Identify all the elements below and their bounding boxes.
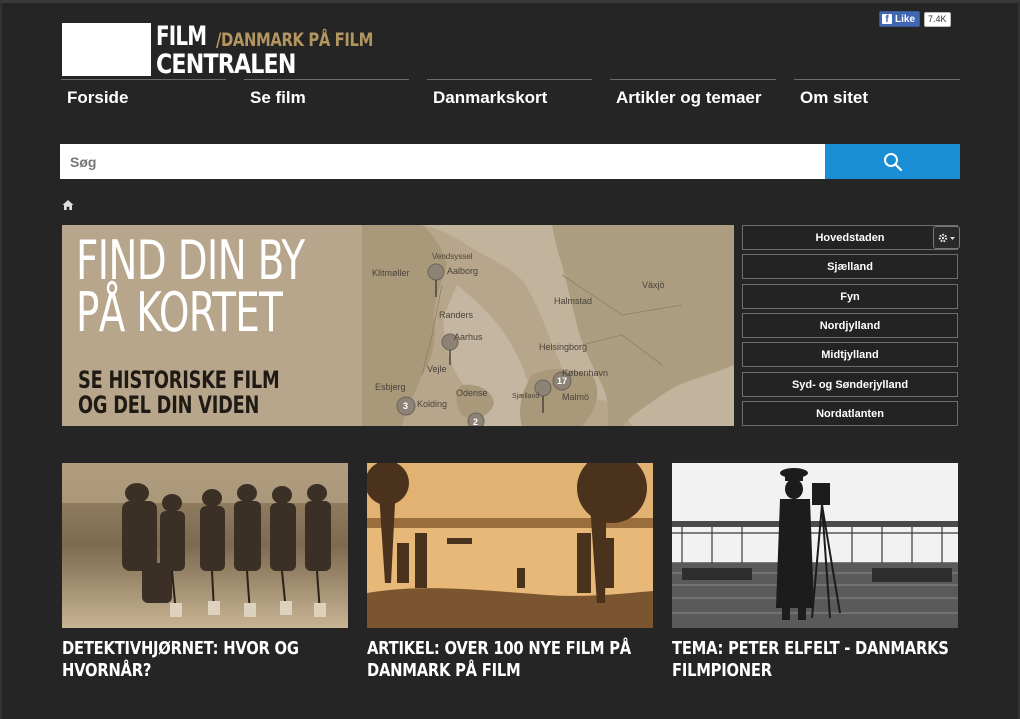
nav-item-label: Se film <box>250 88 306 107</box>
map-label-vejle: Vejle <box>427 364 447 374</box>
banner-headline-line1: FIND DIN BY <box>76 229 305 292</box>
map-cluster-count[interactable]: 3 <box>403 401 408 411</box>
nav-item-forside[interactable]: Forside <box>61 79 226 113</box>
search-input[interactable] <box>60 144 825 179</box>
region-button-fyn[interactable]: Fyn <box>742 284 958 309</box>
map-label-odense: Odense <box>456 388 488 398</box>
nav-item-danmarkskort[interactable]: Danmarkskort <box>427 79 592 113</box>
map-label-helsingborg: Helsingborg <box>539 342 588 352</box>
map-label-aalborg: Aalborg <box>447 266 479 276</box>
region-button-sjaelland[interactable]: Sjælland <box>742 254 958 279</box>
banner-headline-line2: PÅ KORTET <box>76 281 283 344</box>
home-icon[interactable] <box>62 199 74 211</box>
main-nav: Forside Se film Danmarkskort Artikler og… <box>61 79 960 113</box>
facebook-like-widget[interactable]: f Like 7.4K <box>879 11 951 27</box>
map-cluster-count[interactable]: 17 <box>557 376 567 386</box>
banner-sub-line2: OG DEL DIN VIDEN <box>78 391 260 419</box>
card-image-elfelt[interactable] <box>672 463 958 628</box>
nav-item-om-sitet[interactable]: Om sitet <box>794 79 960 113</box>
map-label-randers: Randers <box>439 310 474 320</box>
region-button-syd-og-sonderjylland[interactable]: Syd- og Sønderjylland <box>742 372 958 397</box>
search-icon <box>883 152 902 171</box>
banner-sub-line1: SE HISTORISKE FILM <box>78 366 280 394</box>
logo-image[interactable] <box>62 23 151 76</box>
map-label-vaxjo: Växjö <box>642 280 665 290</box>
gear-icon <box>938 233 955 242</box>
map-label-kolding: Kolding <box>417 399 448 409</box>
card-image-detective[interactable] <box>62 463 348 628</box>
region-button-nordjylland[interactable]: Nordjylland <box>742 313 958 338</box>
map-label-klitmoller: Klitmøller <box>372 268 410 278</box>
nav-item-label: Om sitet <box>800 88 869 107</box>
card-image-lake[interactable] <box>367 463 653 628</box>
facebook-like-label: Like <box>895 13 916 25</box>
nav-item-artikler-og-temaer[interactable]: Artikler og temaer <box>610 79 776 113</box>
map-label-esbjerg: Esbjerg <box>375 382 406 392</box>
region-button-hovedstaden[interactable]: Hovedstaden <box>742 225 958 250</box>
search-button[interactable] <box>825 144 960 179</box>
map-label-aarhus: Aarhus <box>454 332 483 342</box>
nav-item-label: Danmarkskort <box>433 88 548 107</box>
map-label-malmo: Malmö <box>562 392 590 402</box>
logo-film-text[interactable]: FILM <box>156 21 207 52</box>
map-label-kobenhavn: København <box>562 368 609 378</box>
map-cluster-count[interactable]: 2 <box>473 417 478 426</box>
logo-centralen-text[interactable]: CENTRALEN <box>156 49 296 80</box>
nav-item-label: Forside <box>67 88 129 107</box>
map-label-sjaelland: Sjælland <box>512 393 540 400</box>
settings-button[interactable] <box>933 226 960 249</box>
map-banner[interactable]: Vendsyssel Klitmøller Aalborg Halmstad V… <box>62 225 734 426</box>
logo-subtitle[interactable]: /DANMARK PÅ FILM <box>216 29 373 51</box>
banner-headline: FIND DIN BY PÅ KORTET <box>76 229 305 344</box>
region-button-midtjylland[interactable]: Midtjylland <box>742 342 958 367</box>
region-button-nordatlanten[interactable]: Nordatlanten <box>742 401 958 426</box>
banner-subheadline: SE HISTORISKE FILM OG DEL DIN VIDEN <box>78 366 280 419</box>
map-label-vendsyssel: Vendsyssel <box>432 252 473 261</box>
card-title[interactable]: ARTIKEL: OVER 100 NYE FILM PÅ DANMARK PÅ… <box>367 638 662 682</box>
facebook-icon: f <box>882 14 892 25</box>
map-label-halmstad: Halmstad <box>554 296 593 306</box>
card-title[interactable]: DETEKTIVHJØRNET: HVOR OG HVORNÅR? <box>62 638 357 682</box>
nav-item-label: Artikler og temaer <box>616 88 762 107</box>
card-title[interactable]: TEMA: PETER ELFELT - DANMARKS FILMPIONER <box>672 638 967 682</box>
facebook-like-count: 7.4K <box>924 11 951 27</box>
facebook-like-button[interactable]: f Like <box>879 11 921 27</box>
nav-item-se-film[interactable]: Se film <box>244 79 409 113</box>
